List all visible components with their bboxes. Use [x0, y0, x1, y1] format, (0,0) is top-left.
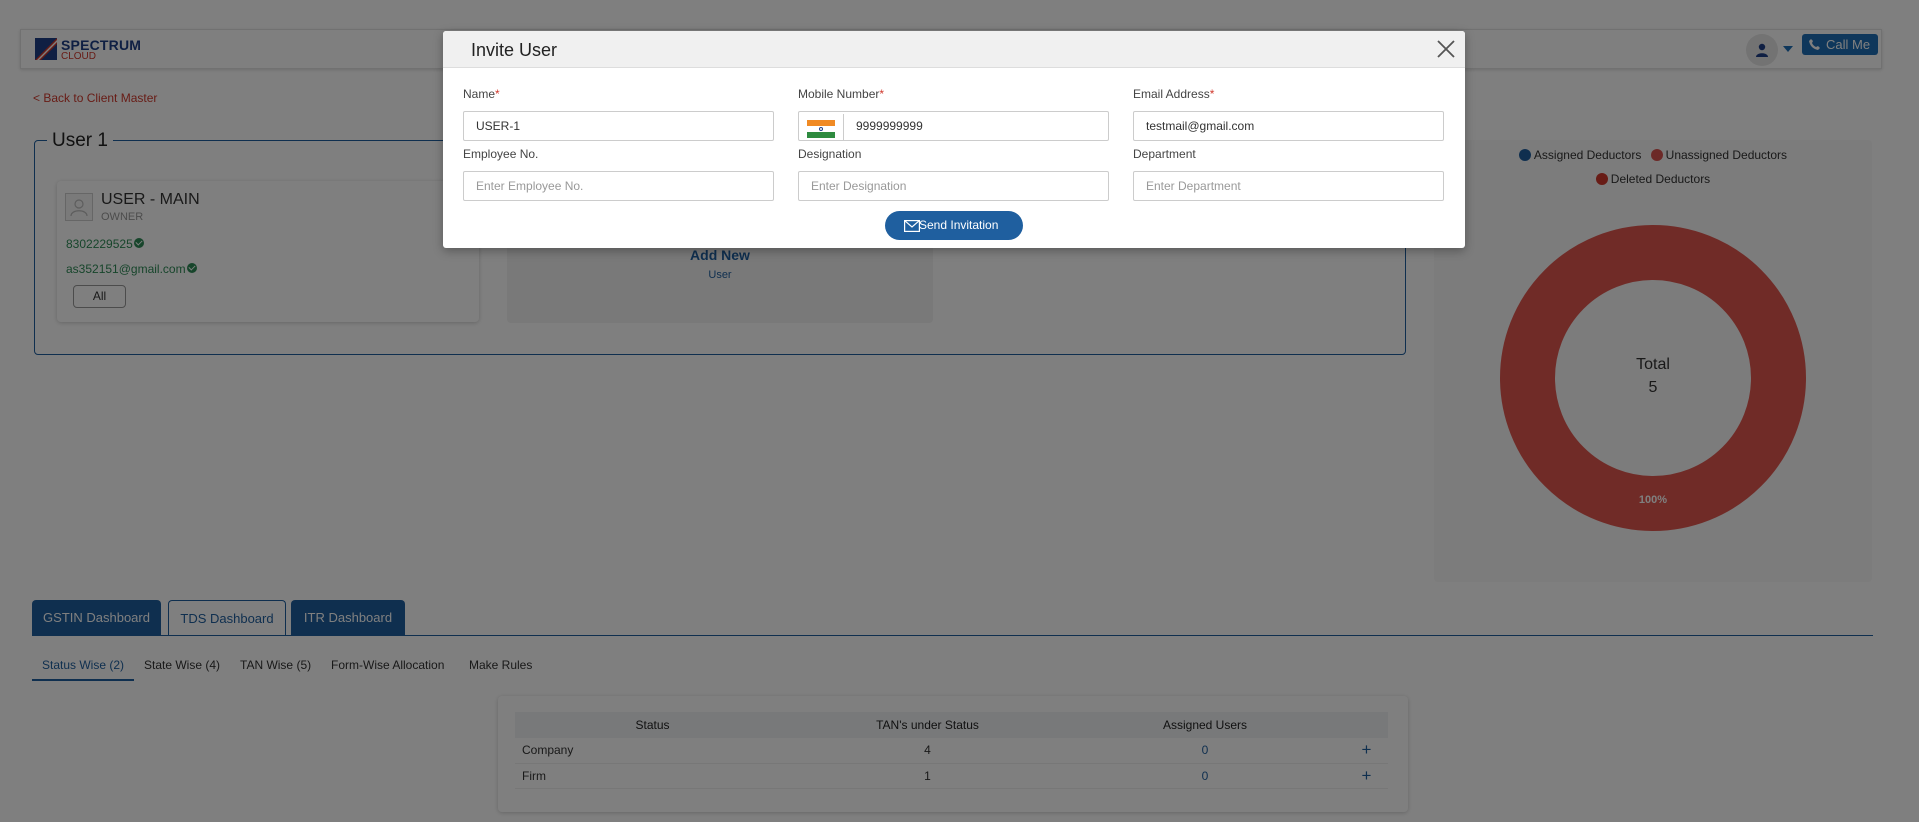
label-text: Name [463, 87, 496, 101]
required-marker: * [879, 87, 885, 101]
modal-header: Invite User [443, 31, 1465, 68]
designation-field[interactable]: Enter Designation [798, 171, 1109, 201]
required-marker: * [495, 87, 500, 101]
invite-user-modal: Invite User Name* USER-1 Mobile Number* … [443, 31, 1465, 248]
department-label: Department [1133, 147, 1196, 161]
mobile-number-field[interactable]: 9999999999 [798, 111, 1109, 141]
india-flag-icon [807, 120, 835, 138]
send-invitation-button[interactable]: Send Invitation [885, 211, 1023, 240]
email-field[interactable]: testmail@gmail.com [1133, 111, 1444, 141]
send-invitation-label: Send Invitation [919, 218, 999, 232]
envelope-icon [904, 220, 920, 232]
name-field[interactable]: USER-1 [463, 111, 774, 141]
mobile-value: 9999999999 [856, 119, 923, 133]
modal-title: Invite User [471, 40, 558, 60]
employee-no-label: Employee No. [463, 147, 539, 161]
country-code-selector[interactable] [801, 114, 844, 140]
label-text: Mobile Number [798, 87, 880, 101]
email-label: Email Address* [1133, 87, 1214, 101]
designation-label: Designation [798, 147, 862, 161]
close-icon[interactable] [1435, 38, 1457, 60]
department-field[interactable]: Enter Department [1133, 171, 1444, 201]
mobile-label: Mobile Number* [798, 87, 884, 101]
employee-no-field[interactable]: Enter Employee No. [463, 171, 774, 201]
required-marker: * [1209, 87, 1215, 101]
name-label: Name* [463, 87, 500, 101]
label-text: Email Address [1133, 87, 1210, 101]
